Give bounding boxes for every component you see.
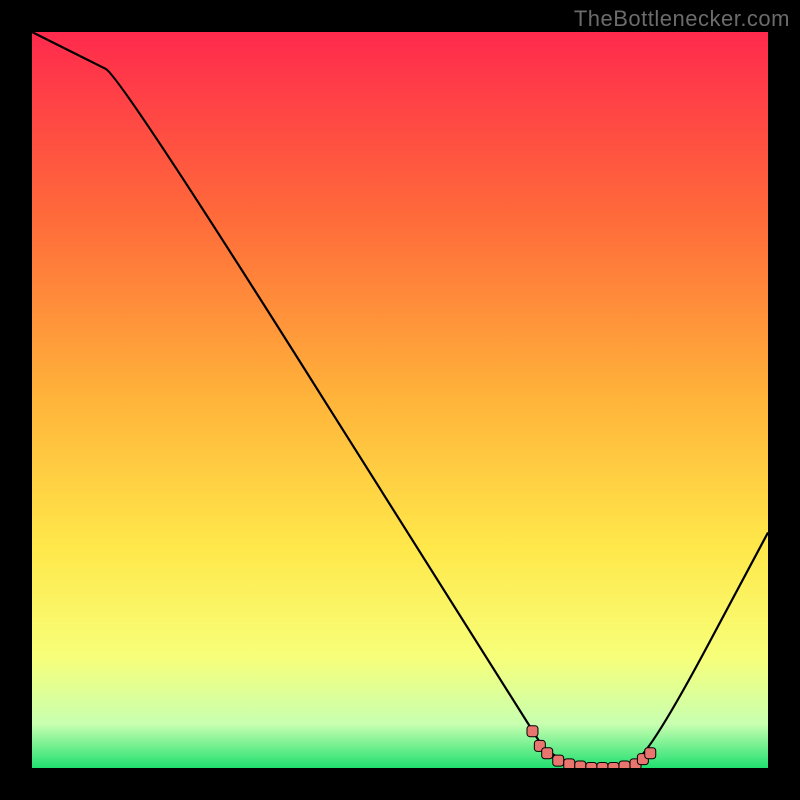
optimal-marker: [608, 763, 619, 769]
chart-svg: [32, 32, 768, 768]
optimal-marker: [586, 763, 597, 769]
optimal-marker: [542, 748, 553, 759]
chart-outer-frame: TheBottlenecker.com: [0, 0, 800, 800]
optimal-marker: [553, 755, 564, 766]
optimal-marker: [645, 748, 656, 759]
optimal-marker: [564, 759, 575, 768]
gradient-background: [32, 32, 768, 768]
optimal-marker: [575, 761, 586, 768]
optimal-marker: [527, 726, 538, 737]
optimal-marker: [597, 763, 608, 769]
optimal-marker: [619, 761, 630, 768]
plot-area: [32, 32, 768, 768]
watermark-text: TheBottlenecker.com: [574, 6, 790, 32]
